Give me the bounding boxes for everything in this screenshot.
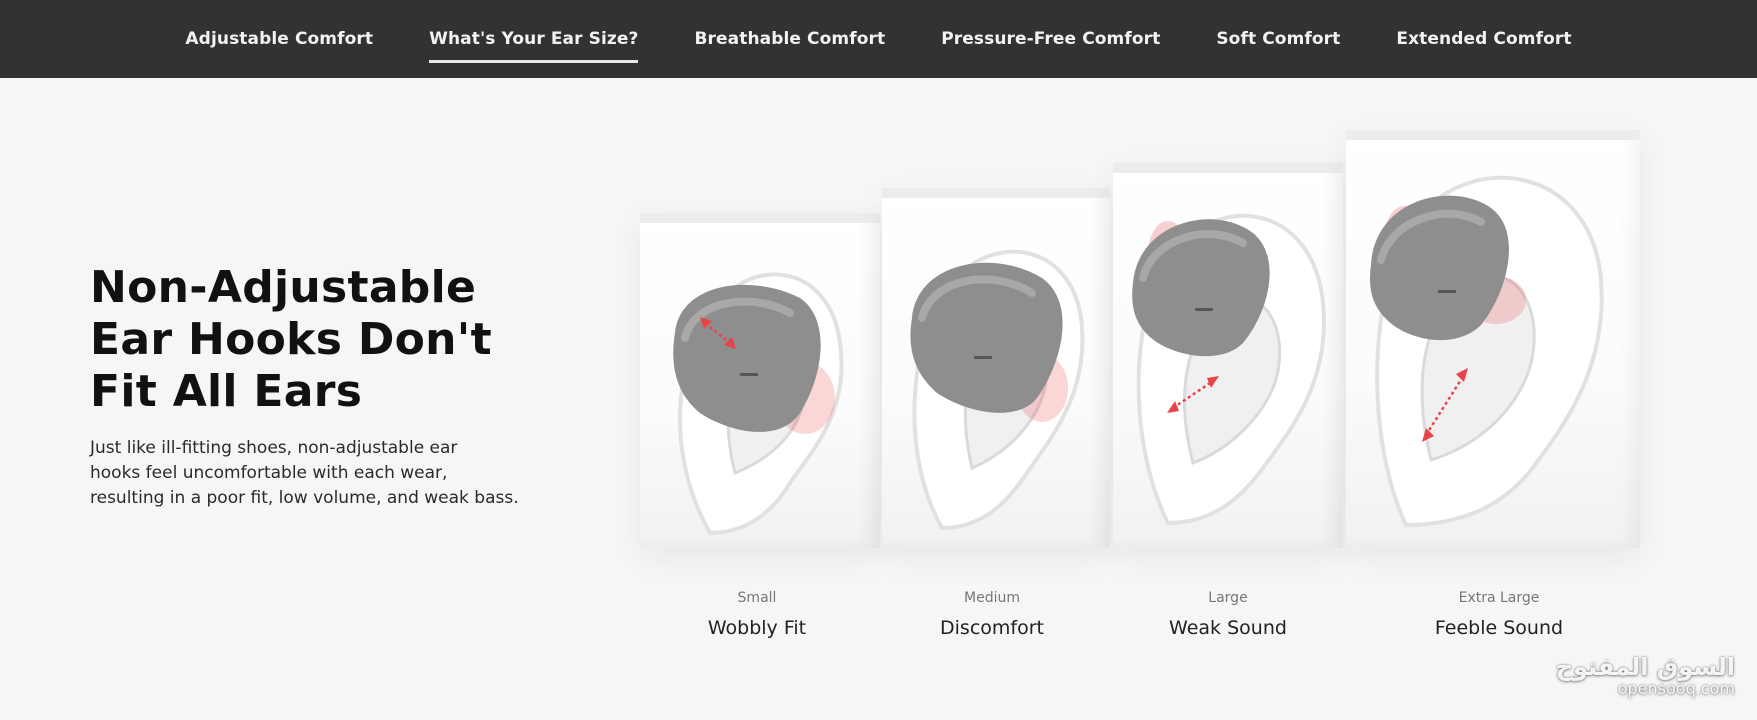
ear-medium-image (910, 249, 1085, 531)
ear-extra-large-image (1370, 175, 1604, 528)
headline-line: Fit All Ears (90, 366, 363, 417)
ear-illustration-medium (882, 188, 1110, 548)
watermark-latin-text: opensooq.com (1617, 679, 1735, 698)
ear-fit-result-large: Weak Sound (1169, 617, 1287, 639)
ear-size-label-small: Small (737, 590, 777, 606)
opensooq-watermark-logo: السوق المفتوح opensooq.com (1556, 654, 1735, 698)
ear-size-label-extra-large: Extra Large (1458, 590, 1540, 606)
tab-whats-your-ear-size[interactable]: What's Your Ear Size? (429, 21, 639, 63)
description-line: hooks feel uncomfortable with each wear, (90, 463, 448, 483)
ear-fit-result-extra-large: Feeble Sound (1434, 617, 1564, 639)
tab-breathable-comfort[interactable]: Breathable Comfort (694, 21, 885, 57)
watermark-arabic-text: السوق المفتوح (1555, 653, 1735, 681)
headline-line: Ear Hooks Don't (90, 314, 492, 365)
description-line: Just like ill-fitting shoes, non-adjusta… (90, 438, 458, 458)
ear-size-label-medium: Medium (964, 590, 1020, 606)
ear-fit-result-medium: Discomfort (940, 617, 1044, 639)
ear-fit-result-small: Wobbly Fit (707, 617, 807, 639)
ear-small-image (673, 272, 844, 536)
headline-line: Non-Adjustable (90, 262, 477, 313)
tab-adjustable-comfort[interactable]: Adjustable Comfort (185, 21, 373, 57)
tab-soft-comfort[interactable]: Soft Comfort (1216, 21, 1340, 57)
ear-illustration-extra-large (1346, 130, 1640, 548)
feature-tabs: Adjustable Comfort What's Your Ear Size?… (185, 21, 1571, 63)
description: Just like ill-fitting shoes, non-adjusta… (90, 436, 590, 511)
ear-illustration-large (1113, 163, 1343, 548)
description-line: resulting in a poor fit, low volume, and… (90, 488, 519, 508)
ear-illustration-small (640, 213, 880, 548)
ear-size-label-large: Large (1208, 590, 1248, 606)
headline: Non-Adjustable Ear Hooks Don't Fit All E… (90, 262, 570, 418)
tab-pressure-free-comfort[interactable]: Pressure-Free Comfort (941, 21, 1160, 57)
ear-size-comparison (640, 125, 1660, 595)
tab-extended-comfort[interactable]: Extended Comfort (1396, 21, 1571, 57)
top-navigation-bar: Adjustable Comfort What's Your Ear Size?… (0, 0, 1757, 78)
ear-large-image (1132, 213, 1326, 526)
